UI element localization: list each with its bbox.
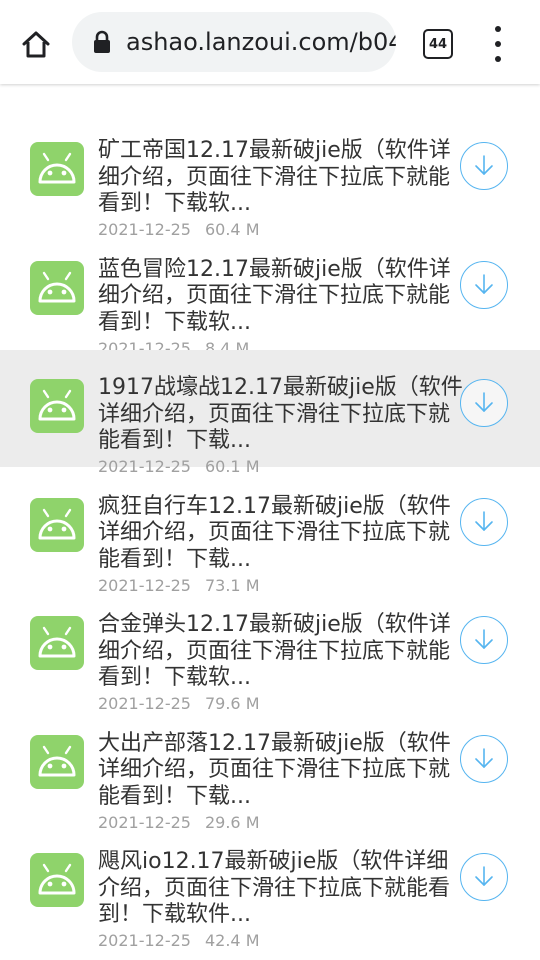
home-button[interactable] [14, 24, 58, 64]
download-button[interactable] [460, 142, 508, 190]
download-button[interactable] [460, 379, 508, 427]
tab-count: 44 [428, 36, 448, 52]
android-icon [38, 745, 76, 776]
list-item[interactable]: 矿工帝国12.17最新破jie版（软件详细介绍，页面往下滑往下拉底下就能看到！下… [0, 84, 540, 239]
tab-switcher-button[interactable]: 44 [418, 28, 458, 60]
download-button[interactable] [460, 734, 508, 783]
download-button[interactable] [460, 853, 508, 901]
android-icon [38, 389, 76, 421]
list-item[interactable]: 合金弹头12.17最新破jie版（软件详细介绍，页面往下滑往下拉底下就能看到！下… [0, 558, 540, 713]
file-title[interactable]: 飓风io12.17最新破jie版（软件详细介绍，页面往下滑往下拉底下就能看到！下… [98, 849, 470, 929]
download-button[interactable] [460, 616, 508, 664]
android-app-icon [30, 853, 84, 907]
more-vert-icon [495, 26, 501, 32]
download-icon [475, 866, 493, 886]
android-app-icon [30, 379, 84, 433]
download-button[interactable] [460, 260, 508, 309]
android-app-icon [30, 734, 84, 789]
android-app-icon [30, 142, 84, 196]
file-meta: 2021-12-25 42.4 M [98, 931, 260, 950]
android-icon [38, 626, 76, 658]
download-icon [475, 629, 493, 649]
android-app-icon [30, 260, 84, 315]
download-icon [475, 155, 493, 175]
list-item[interactable]: 飓风io12.17最新破jie版（软件详细介绍，页面往下滑往下拉底下就能看到！下… [0, 795, 540, 950]
android-icon [38, 152, 76, 184]
url-text: ashao.lanzoui.com/b04a [126, 28, 396, 56]
android-icon [38, 508, 76, 539]
android-app-icon [30, 497, 84, 552]
download-icon [475, 273, 493, 294]
download-icon [475, 392, 493, 412]
file-title[interactable]: 蓝色冒险12.17最新破jie版（软件详细介绍，页面往下滑往下拉底下就能看到！下… [98, 257, 470, 337]
android-icon [38, 271, 76, 302]
list-item[interactable]: 蓝色冒险12.17最新破jie版（软件详细介绍，页面往下滑往下拉底下就能看到！下… [0, 203, 540, 358]
android-app-icon [30, 616, 84, 670]
download-icon [475, 747, 493, 768]
download-button[interactable] [460, 497, 508, 546]
home-icon [22, 31, 50, 58]
more-menu-button[interactable] [484, 26, 512, 62]
list-item[interactable]: 疯狂自行车12.17最新破jie版（软件详细介绍，页面往下滑往下拉底下就能看到！… [0, 440, 540, 595]
browser-toolbar: ashao.lanzoui.com/b04a 44 [0, 0, 540, 84]
file-date: 2021-12-25 [98, 931, 191, 950]
download-icon [475, 510, 493, 531]
file-size: 42.4 M [204, 931, 260, 950]
address-bar[interactable]: ashao.lanzoui.com/b04a [72, 12, 396, 72]
android-icon [38, 863, 76, 895]
list-item[interactable]: 大出产部落12.17最新破jie版（软件详细介绍，页面往下滑往下拉底下就能看到！… [0, 677, 540, 832]
tab-switcher-icon: 44 [423, 29, 453, 59]
lock-icon [94, 30, 110, 53]
